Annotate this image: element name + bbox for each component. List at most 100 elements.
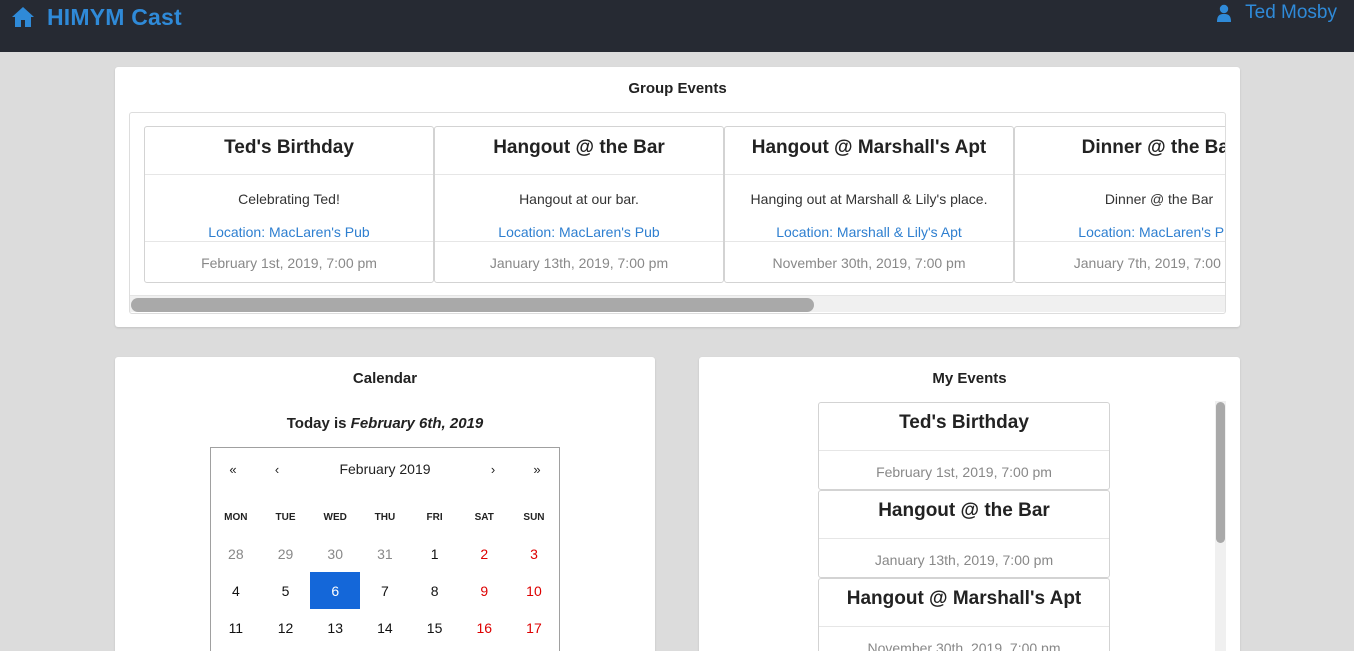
weekday-label: SUN xyxy=(523,512,545,523)
calendar-week: 11 12 13 14 15 16 17 xyxy=(211,609,559,646)
calendar-day[interactable]: 3 xyxy=(509,535,559,572)
calendar-day[interactable]: 31 xyxy=(360,535,410,572)
event-date: January 7th, 2019, 7:00 pm xyxy=(1073,255,1225,271)
prev-month-button[interactable]: ‹ xyxy=(255,462,299,477)
horizontal-scroll-thumb[interactable] xyxy=(131,298,814,312)
calendar-day[interactable]: 28 xyxy=(211,535,261,572)
card-divider xyxy=(819,450,1109,451)
today-prefix: Today is xyxy=(286,415,347,432)
event-card[interactable]: Hangout @ the Bar Hangout at our bar. Lo… xyxy=(434,126,724,283)
calendar-day[interactable]: 8 xyxy=(410,572,460,609)
calendar-day[interactable]: 15 xyxy=(410,609,460,646)
brand-name: HIMYM Cast xyxy=(47,3,182,30)
event-location-link[interactable]: Location: Marshall & Lily's Apt xyxy=(725,224,1013,240)
horizontal-scrollbar[interactable] xyxy=(130,295,1225,312)
calendar-panel: Calendar Today is February 6th, 2019 « ‹… xyxy=(115,357,655,651)
weekday-label: WED xyxy=(323,512,347,523)
my-event-title: Hangout @ the Bar xyxy=(878,500,1050,521)
next-year-button[interactable]: » xyxy=(515,462,559,477)
card-divider xyxy=(145,174,433,175)
card-divider xyxy=(725,174,1013,175)
my-event-date: January 13th, 2019, 7:00 pm xyxy=(874,552,1054,568)
event-card[interactable]: Dinner @ the Bar Dinner @ the Bar Locati… xyxy=(1014,126,1226,283)
event-location-link[interactable]: Location: MacLaren's Pub xyxy=(435,224,723,240)
card-divider xyxy=(435,174,723,175)
event-date: November 30th, 2019, 7:00 pm xyxy=(772,255,966,271)
calendar-day[interactable]: 13 xyxy=(310,609,360,646)
calendar-day[interactable]: 14 xyxy=(360,609,410,646)
event-description: Celebrating Ted! xyxy=(238,191,340,207)
next-month-button[interactable]: › xyxy=(471,462,515,477)
calendar-day[interactable]: 2 xyxy=(459,535,509,572)
card-divider xyxy=(1015,241,1225,242)
card-divider xyxy=(145,241,433,242)
weekday-label: FRI xyxy=(426,512,443,523)
brand-link[interactable]: HIMYM Cast xyxy=(11,3,182,31)
calendar-day[interactable]: 30 xyxy=(310,535,360,572)
calendar-day[interactable]: 9 xyxy=(459,572,509,609)
my-event-card[interactable]: Hangout @ the Bar January 13th, 2019, 7:… xyxy=(818,490,1110,578)
calendar-widget: « ‹ February 2019 › » MON TUE WED THU FR… xyxy=(210,447,560,651)
my-event-card[interactable]: Hangout @ Marshall's Apt November 30th, … xyxy=(818,578,1110,651)
prev-year-button[interactable]: « xyxy=(211,462,255,477)
card-divider xyxy=(819,538,1109,539)
top-navbar: HIMYM Cast Ted Mosby xyxy=(0,0,1354,52)
user-name: Ted Mosby xyxy=(1245,2,1337,23)
calendar-title: Calendar xyxy=(352,370,418,387)
group-events-cards: Ted's Birthday Celebrating Ted! Location… xyxy=(144,126,1226,283)
my-events-title: My Events xyxy=(932,370,1007,387)
group-events-panel: Group Events Ted's Birthday Celebrating … xyxy=(115,67,1240,327)
my-event-title: Hangout @ Marshall's Apt xyxy=(846,588,1082,609)
calendar-week: 4 5 6 7 8 9 10 xyxy=(211,572,559,609)
vertical-scroll-thumb[interactable] xyxy=(1216,402,1225,543)
weekday-label: TUE xyxy=(275,512,296,523)
today-line: Today is February 6th, 2019 xyxy=(115,415,655,432)
event-card[interactable]: Ted's Birthday Celebrating Ted! Location… xyxy=(144,126,434,283)
calendar-day[interactable]: 1 xyxy=(410,535,460,572)
event-date: February 1st, 2019, 7:00 pm xyxy=(201,255,377,271)
event-title: Hangout @ the Bar xyxy=(493,137,665,158)
event-description: Dinner @ the Bar xyxy=(1104,191,1214,207)
event-title: Hangout @ Marshall's Apt xyxy=(751,137,987,158)
my-event-date: November 30th, 2019, 7:00 pm xyxy=(867,640,1061,651)
card-divider xyxy=(725,241,1013,242)
event-title: Ted's Birthday xyxy=(224,137,354,158)
event-location-link[interactable]: Location: MacLaren's Pub xyxy=(145,224,433,240)
card-divider xyxy=(1015,174,1225,175)
group-events-scroller[interactable]: Ted's Birthday Celebrating Ted! Location… xyxy=(129,112,1226,314)
event-date: January 13th, 2019, 7:00 pm xyxy=(489,255,669,271)
calendar-day[interactable]: 29 xyxy=(261,535,311,572)
event-description: Hanging out at Marshall & Lily's place. xyxy=(750,191,988,207)
my-events-panel: My Events Ted's Birthday February 1st, 2… xyxy=(699,357,1240,651)
calendar-day[interactable]: 5 xyxy=(261,572,311,609)
card-divider xyxy=(819,626,1109,627)
weekday-label: THU xyxy=(374,512,396,523)
vertical-scrollbar[interactable] xyxy=(1215,401,1226,651)
event-card[interactable]: Hangout @ Marshall's Apt Hanging out at … xyxy=(724,126,1014,283)
user-menu[interactable]: Ted Mosby xyxy=(1217,1,1337,25)
event-location-link[interactable]: Location: MacLaren's Pub xyxy=(1015,224,1225,240)
user-icon xyxy=(1217,4,1232,22)
event-description: Hangout at our bar. xyxy=(519,191,639,207)
calendar-day[interactable]: 7 xyxy=(360,572,410,609)
group-events-title: Group Events xyxy=(628,80,727,97)
my-event-title: Ted's Birthday xyxy=(899,412,1029,433)
calendar-day[interactable]: 16 xyxy=(459,609,509,646)
my-events-list: Ted's Birthday February 1st, 2019, 7:00 … xyxy=(818,402,1110,651)
calendar-day[interactable]: 12 xyxy=(261,609,311,646)
calendar-grid: MON TUE WED THU FRI SAT SUN 28 29 30 31 1 2 3 4… xyxy=(211,512,559,646)
my-event-date: February 1st, 2019, 7:00 pm xyxy=(876,464,1052,480)
weekday-label: SAT xyxy=(474,512,494,523)
calendar-day-selected[interactable]: 6 xyxy=(310,572,361,609)
calendar-day[interactable]: 4 xyxy=(211,572,261,609)
calendar-day[interactable]: 17 xyxy=(509,609,559,646)
calendar-weeks: 28 29 30 31 1 2 3 4 5 6 7 8 9 10 11 12 13 14 15 16 17 xyxy=(211,535,559,646)
home-icon xyxy=(12,7,34,27)
calendar-day[interactable]: 10 xyxy=(509,572,559,609)
card-divider xyxy=(435,241,723,242)
today-date: February 6th, 2019 xyxy=(350,415,484,432)
calendar-day[interactable]: 11 xyxy=(211,609,261,646)
month-label[interactable]: February 2019 xyxy=(299,461,471,477)
my-event-card[interactable]: Ted's Birthday February 1st, 2019, 7:00 … xyxy=(818,402,1110,490)
event-title: Dinner @ the Bar xyxy=(1081,137,1226,158)
